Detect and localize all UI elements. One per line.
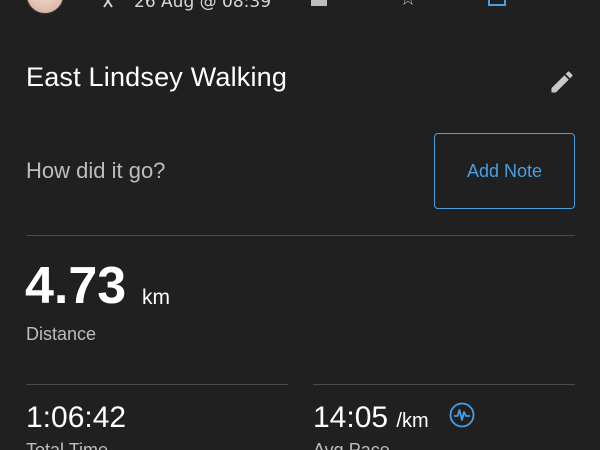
total-time-value: 1:06:42 (26, 401, 127, 434)
pencil-icon (551, 71, 573, 93)
avg-pace-value-group: 14:05 /km (313, 400, 429, 439)
divider (26, 235, 575, 236)
distance-value: 4.73 (25, 257, 127, 315)
divider (26, 384, 288, 385)
add-note-button[interactable]: Add Note (434, 133, 575, 209)
edit-title-button[interactable] (548, 68, 576, 96)
activity-title: East Lindsey Walking (26, 62, 288, 92)
walking-icon (103, 0, 113, 8)
distance-label: Distance (26, 324, 97, 344)
avg-pace-label: Avg Pace (313, 440, 390, 450)
activity-header: 26 Aug @ 08:39 ☆ (0, 0, 600, 16)
avatar[interactable] (26, 0, 64, 14)
total-time-label: Total Time (26, 440, 109, 450)
pace-chart-icon[interactable] (449, 402, 475, 428)
avg-pace-value: 14:05 (313, 401, 389, 434)
activity-date: 26 Aug @ 08:39 (134, 0, 272, 12)
divider (313, 384, 575, 385)
save-icon[interactable] (488, 0, 506, 6)
star-icon[interactable]: ☆ (399, 0, 417, 8)
shoe-icon (311, 0, 327, 6)
distance-unit: km (142, 286, 170, 309)
activity-detail-screen: 26 Aug @ 08:39 ☆ East Lindsey Walking Ho… (0, 0, 600, 450)
note-prompt: How did it go? (26, 158, 166, 183)
avg-pace-unit: /km (396, 410, 429, 432)
